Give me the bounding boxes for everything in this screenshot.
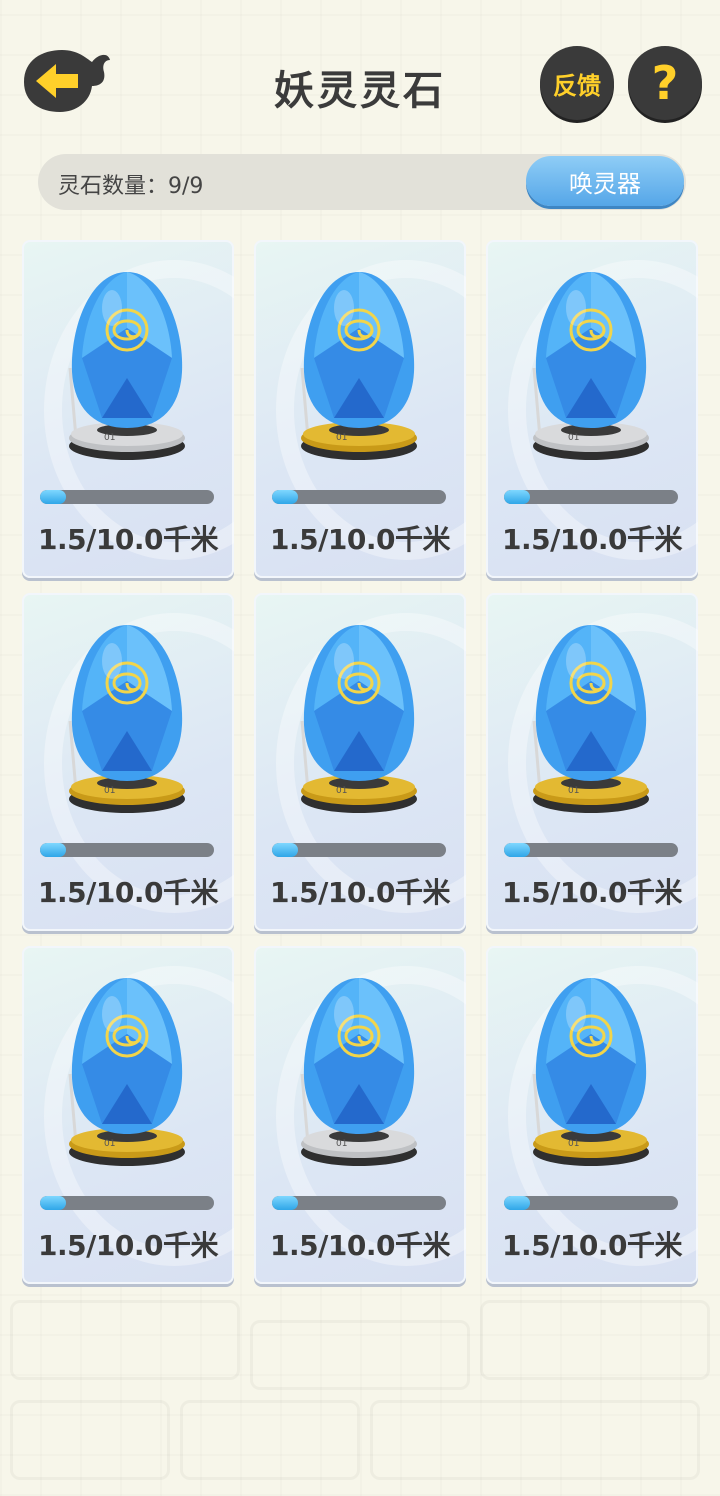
distance-label: 1.5/10.0千米	[270, 523, 450, 556]
feedback-button[interactable]: 反馈	[540, 46, 614, 120]
background-decoration	[180, 1400, 360, 1480]
distance-progress-bar	[272, 490, 446, 504]
spirit-stone-card[interactable]: 01 1.5/10.0千米	[254, 593, 466, 931]
distance-label: 1.5/10.0千米	[38, 523, 218, 556]
distance-progress-bar	[272, 1196, 446, 1210]
distance-progress-bar	[40, 490, 214, 504]
spirit-stone-icon: 01	[532, 272, 649, 460]
distance-progress-fill	[40, 1196, 67, 1210]
spirit-stone-card[interactable]: 01 1.5/10.0千米	[22, 946, 234, 1284]
svg-text:01: 01	[336, 786, 347, 796]
background-decoration	[10, 1400, 170, 1480]
svg-text:01: 01	[568, 433, 579, 443]
distance-label: 1.5/10.0千米	[502, 523, 682, 556]
distance-progress-bar	[40, 1196, 214, 1210]
distance-progress-fill	[272, 1196, 299, 1210]
distance-progress-fill	[40, 843, 67, 857]
spirit-stone-card[interactable]: 01 1.5/10.0千米	[22, 593, 234, 931]
distance-progress-bar	[504, 843, 678, 857]
background-decoration	[10, 1300, 240, 1380]
distance-label: 1.5/10.0千米	[38, 876, 218, 909]
spirit-stone-icon: 01	[68, 625, 185, 813]
distance-progress-fill	[504, 490, 531, 504]
svg-text:01: 01	[104, 433, 115, 443]
spirit-stone-icon: 01	[68, 978, 185, 1166]
spirit-stone-icon: 01	[300, 625, 417, 813]
svg-text:01: 01	[104, 1139, 115, 1149]
spirit-stone-image: 01	[52, 974, 202, 1174]
svg-text:01: 01	[336, 1139, 347, 1149]
spirit-stone-image: 01	[284, 621, 434, 821]
spirit-stone-icon: 01	[300, 978, 417, 1166]
distance-progress-bar	[40, 843, 214, 857]
distance-label: 1.5/10.0千米	[38, 1229, 218, 1262]
summon-button[interactable]: 唤灵器	[526, 156, 684, 206]
spirit-stone-card[interactable]: 01 1.5/10.0千米	[486, 240, 698, 578]
distance-progress-fill	[272, 843, 299, 857]
spirit-stone-image: 01	[284, 974, 434, 1174]
stone-count-label: 灵石数量：9/9	[58, 174, 204, 199]
distance-progress-fill	[504, 1196, 531, 1210]
spirit-stone-image: 01	[52, 268, 202, 468]
background-decoration	[250, 1320, 470, 1390]
spirit-stone-image: 01	[516, 621, 666, 821]
distance-label: 1.5/10.0千米	[502, 876, 682, 909]
spirit-stone-card[interactable]: 01 1.5/10.0千米	[486, 946, 698, 1284]
help-button[interactable]: ?	[628, 46, 702, 120]
stone-count-bar: 灵石数量：9/9 唤灵器	[38, 154, 686, 210]
spirit-stone-image: 01	[516, 268, 666, 468]
spirit-stone-icon: 01	[68, 272, 185, 460]
header: 妖灵灵石 反馈 ?	[0, 0, 720, 150]
distance-label: 1.5/10.0千米	[502, 1229, 682, 1262]
distance-progress-fill	[272, 490, 299, 504]
spirit-stone-card[interactable]: 01 1.5/10.0千米	[254, 946, 466, 1284]
distance-progress-fill	[40, 490, 67, 504]
spirit-stone-image: 01	[516, 974, 666, 1174]
spirit-stone-icon: 01	[532, 625, 649, 813]
distance-progress-bar	[272, 843, 446, 857]
background-decoration	[370, 1400, 700, 1480]
background-decoration	[480, 1300, 710, 1380]
distance-label: 1.5/10.0千米	[270, 1229, 450, 1262]
distance-progress-bar	[504, 490, 678, 504]
spirit-stone-icon: 01	[300, 272, 417, 460]
spirit-stone-icon: 01	[532, 978, 649, 1166]
spirit-stone-card[interactable]: 01 1.5/10.0千米	[254, 240, 466, 578]
svg-text:01: 01	[104, 786, 115, 796]
spirit-stone-card[interactable]: 01 1.5/10.0千米	[22, 240, 234, 578]
spirit-stone-image: 01	[52, 621, 202, 821]
distance-progress-fill	[504, 843, 531, 857]
spirit-stone-card[interactable]: 01 1.5/10.0千米	[486, 593, 698, 931]
svg-text:01: 01	[336, 433, 347, 443]
distance-progress-bar	[504, 1196, 678, 1210]
distance-label: 1.5/10.0千米	[270, 876, 450, 909]
svg-text:01: 01	[568, 786, 579, 796]
spirit-stone-image: 01	[284, 268, 434, 468]
svg-text:01: 01	[568, 1139, 579, 1149]
